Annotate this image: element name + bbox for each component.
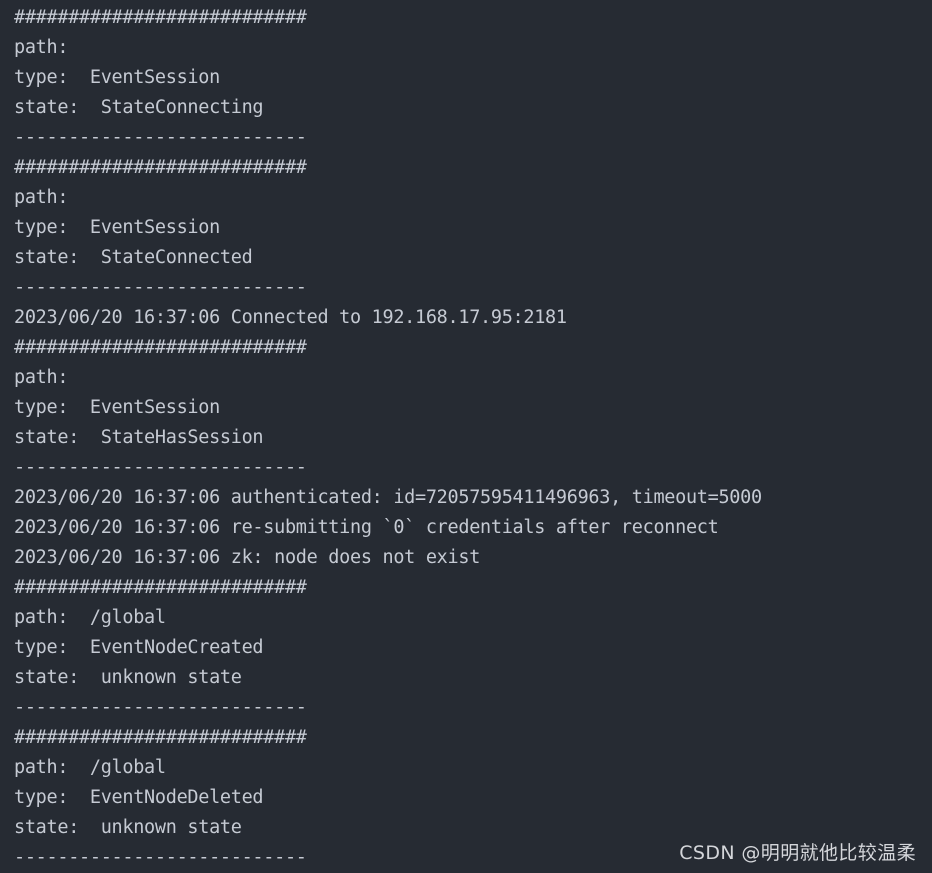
field-line: type: EventSession	[14, 397, 220, 418]
field-line: type: EventNodeDeleted	[14, 787, 264, 808]
csdn-watermark: CSDN @明明就他比较温柔	[679, 842, 916, 864]
field-line: type: EventSession	[14, 67, 220, 88]
field-line: path: /global	[14, 757, 166, 778]
separator-hash-line: ###########################	[14, 7, 307, 28]
log-line: 2023/06/20 16:37:06 Connected to 192.168…	[14, 307, 567, 328]
terminal-window: ########################### path: type: Ev…	[0, 0, 932, 873]
separator-hash-line: ###########################	[14, 727, 307, 748]
separator-hash-line: ###########################	[14, 157, 307, 178]
separator-dash-line: ---------------------------	[14, 457, 307, 478]
field-line: state: StateHasSession	[14, 427, 264, 448]
field-line: type: EventNodeCreated	[14, 637, 264, 658]
separator-dash-line: ---------------------------	[14, 127, 307, 148]
console-output[interactable]: ########################### path: type: Ev…	[0, 0, 932, 873]
separator-hash-line: ###########################	[14, 337, 307, 358]
field-line: state: unknown state	[14, 667, 242, 688]
field-line: path:	[14, 37, 69, 58]
log-line: 2023/06/20 16:37:06 re-submitting `0` cr…	[14, 517, 719, 538]
field-line: state: StateConnected	[14, 247, 253, 268]
log-line: 2023/06/20 16:37:06 zk: node does not ex…	[14, 547, 481, 568]
field-line: type: EventSession	[14, 217, 220, 238]
field-line: state: StateConnecting	[14, 97, 264, 118]
separator-hash-line: ###########################	[14, 577, 307, 598]
log-line: 2023/06/20 16:37:06 authenticated: id=72…	[14, 487, 762, 508]
separator-dash-line: ---------------------------	[14, 277, 307, 298]
field-line: path: /global	[14, 607, 166, 628]
field-line: path:	[14, 187, 69, 208]
field-line: path:	[14, 367, 69, 388]
separator-dash-line: ---------------------------	[14, 697, 307, 718]
